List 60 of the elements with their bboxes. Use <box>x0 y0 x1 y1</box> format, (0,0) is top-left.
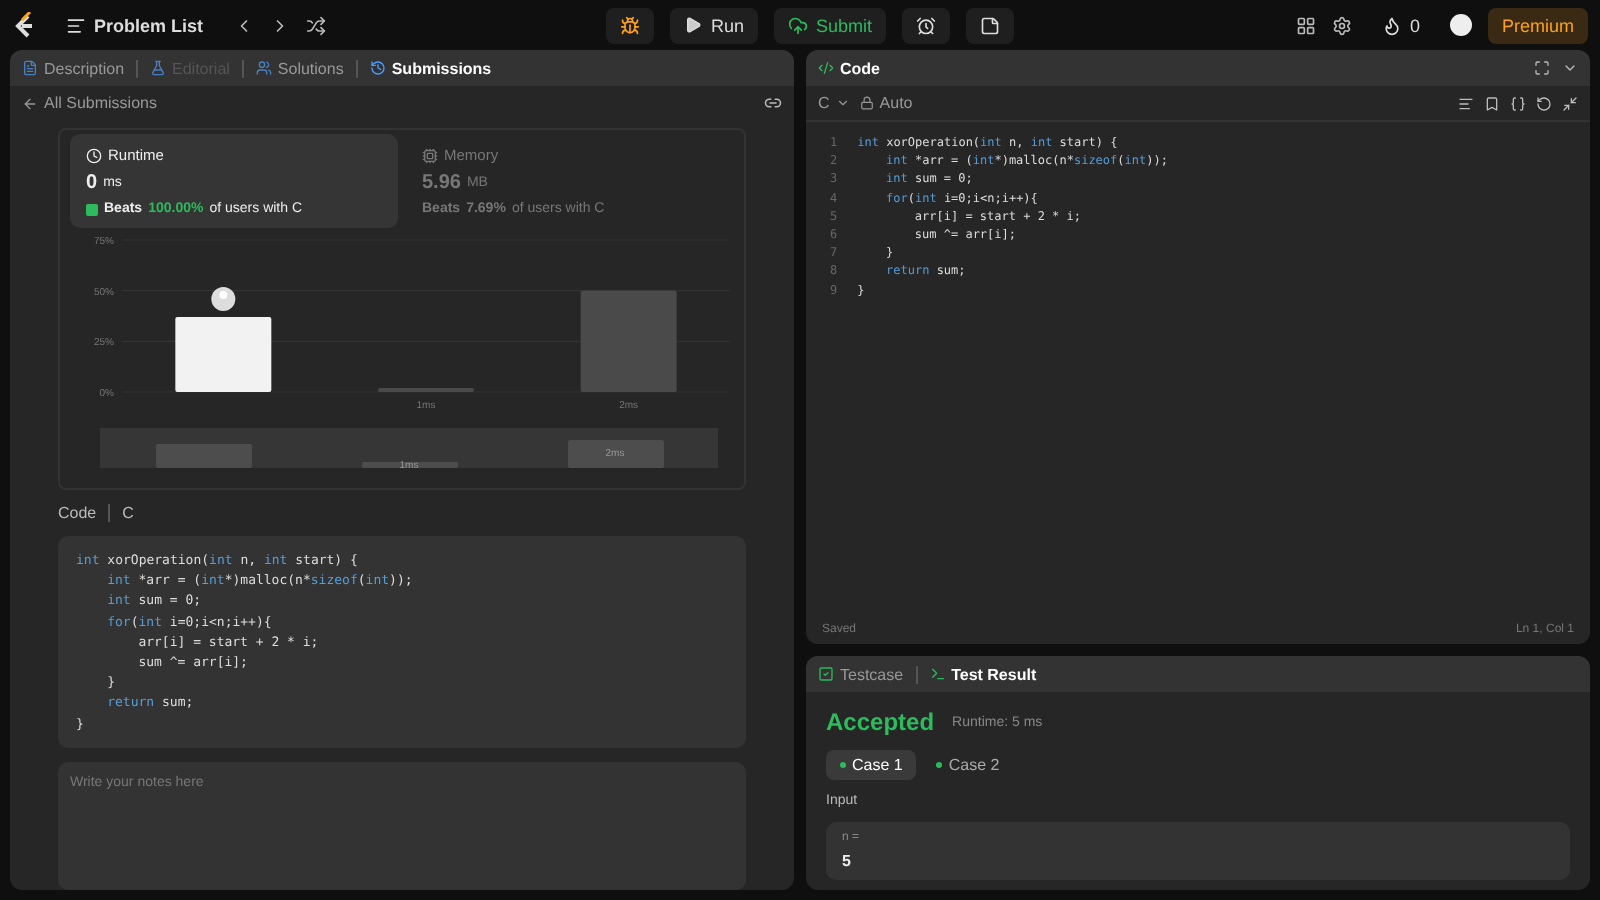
case-tab[interactable]: Case 1 <box>826 750 917 780</box>
notes-button[interactable] <box>966 7 1015 43</box>
collapse-button[interactable] <box>1562 60 1578 76</box>
list-icon <box>66 15 86 35</box>
logo-icon[interactable] <box>12 11 36 39</box>
checkbox-icon <box>818 666 834 682</box>
cloud-upload-icon <box>788 15 808 35</box>
panel-tab[interactable]: Solutions <box>255 59 344 77</box>
bug-icon <box>620 15 641 35</box>
premium-button[interactable]: Premium <box>1488 7 1589 43</box>
run-button[interactable]: Run <box>670 7 758 43</box>
chart-bar <box>580 290 677 392</box>
chart-bar <box>378 387 474 392</box>
debug-button[interactable] <box>606 7 655 43</box>
code-icon <box>818 60 834 76</box>
users-icon <box>255 60 272 76</box>
chip-icon <box>422 147 438 163</box>
shuffle-button[interactable] <box>305 15 326 35</box>
code-label: Code <box>58 504 97 522</box>
clock-icon <box>86 147 102 163</box>
verdict-text: Accepted <box>826 708 935 736</box>
language-dropdown[interactable]: C <box>818 94 850 112</box>
language-label: C <box>122 504 134 522</box>
code-tab[interactable]: Code <box>818 59 880 77</box>
terminal-icon <box>929 666 946 682</box>
layout-button[interactable] <box>1295 15 1316 35</box>
avatar-icon[interactable] <box>1450 14 1472 36</box>
streak-button[interactable]: 0 <box>1367 7 1434 43</box>
reset-button[interactable] <box>1536 95 1552 111</box>
timer-button[interactable] <box>902 7 951 43</box>
link-button[interactable] <box>764 94 782 112</box>
maximize-button[interactable] <box>1534 60 1550 76</box>
document-icon <box>22 60 38 76</box>
submit-button[interactable]: Submit <box>774 7 887 43</box>
flame-icon <box>1381 15 1402 35</box>
alarm-clock-icon <box>916 15 937 35</box>
param-value: 5 <box>842 852 853 870</box>
bookmark-button[interactable] <box>1484 95 1500 111</box>
play-icon <box>684 16 703 34</box>
badge-icon <box>86 203 98 215</box>
avatar-marker-icon <box>211 287 236 311</box>
panel-tab[interactable]: Submissions <box>369 59 492 77</box>
back-link[interactable]: All Submissions <box>22 94 157 112</box>
auto-mode-toggle[interactable]: Auto <box>859 94 913 112</box>
problem-list-button[interactable]: Problem List <box>52 7 218 43</box>
braces-button[interactable] <box>1510 95 1526 111</box>
case-tab[interactable]: Case 2 <box>922 750 1014 780</box>
panel-tab[interactable]: Description <box>22 59 125 77</box>
panel-tab[interactable]: Test Result <box>929 665 1037 683</box>
note-icon <box>980 15 1001 35</box>
chart-bar <box>175 317 272 392</box>
arrow-left-icon <box>22 95 38 111</box>
format-button[interactable] <box>1458 95 1474 111</box>
lock-icon <box>859 96 874 110</box>
chevron-down-icon <box>835 96 850 110</box>
minimize-button[interactable] <box>1562 95 1578 111</box>
settings-button[interactable] <box>1331 15 1352 35</box>
panel-tab[interactable]: Testcase <box>818 665 904 683</box>
history-icon <box>369 60 386 76</box>
flask-icon <box>150 60 167 76</box>
